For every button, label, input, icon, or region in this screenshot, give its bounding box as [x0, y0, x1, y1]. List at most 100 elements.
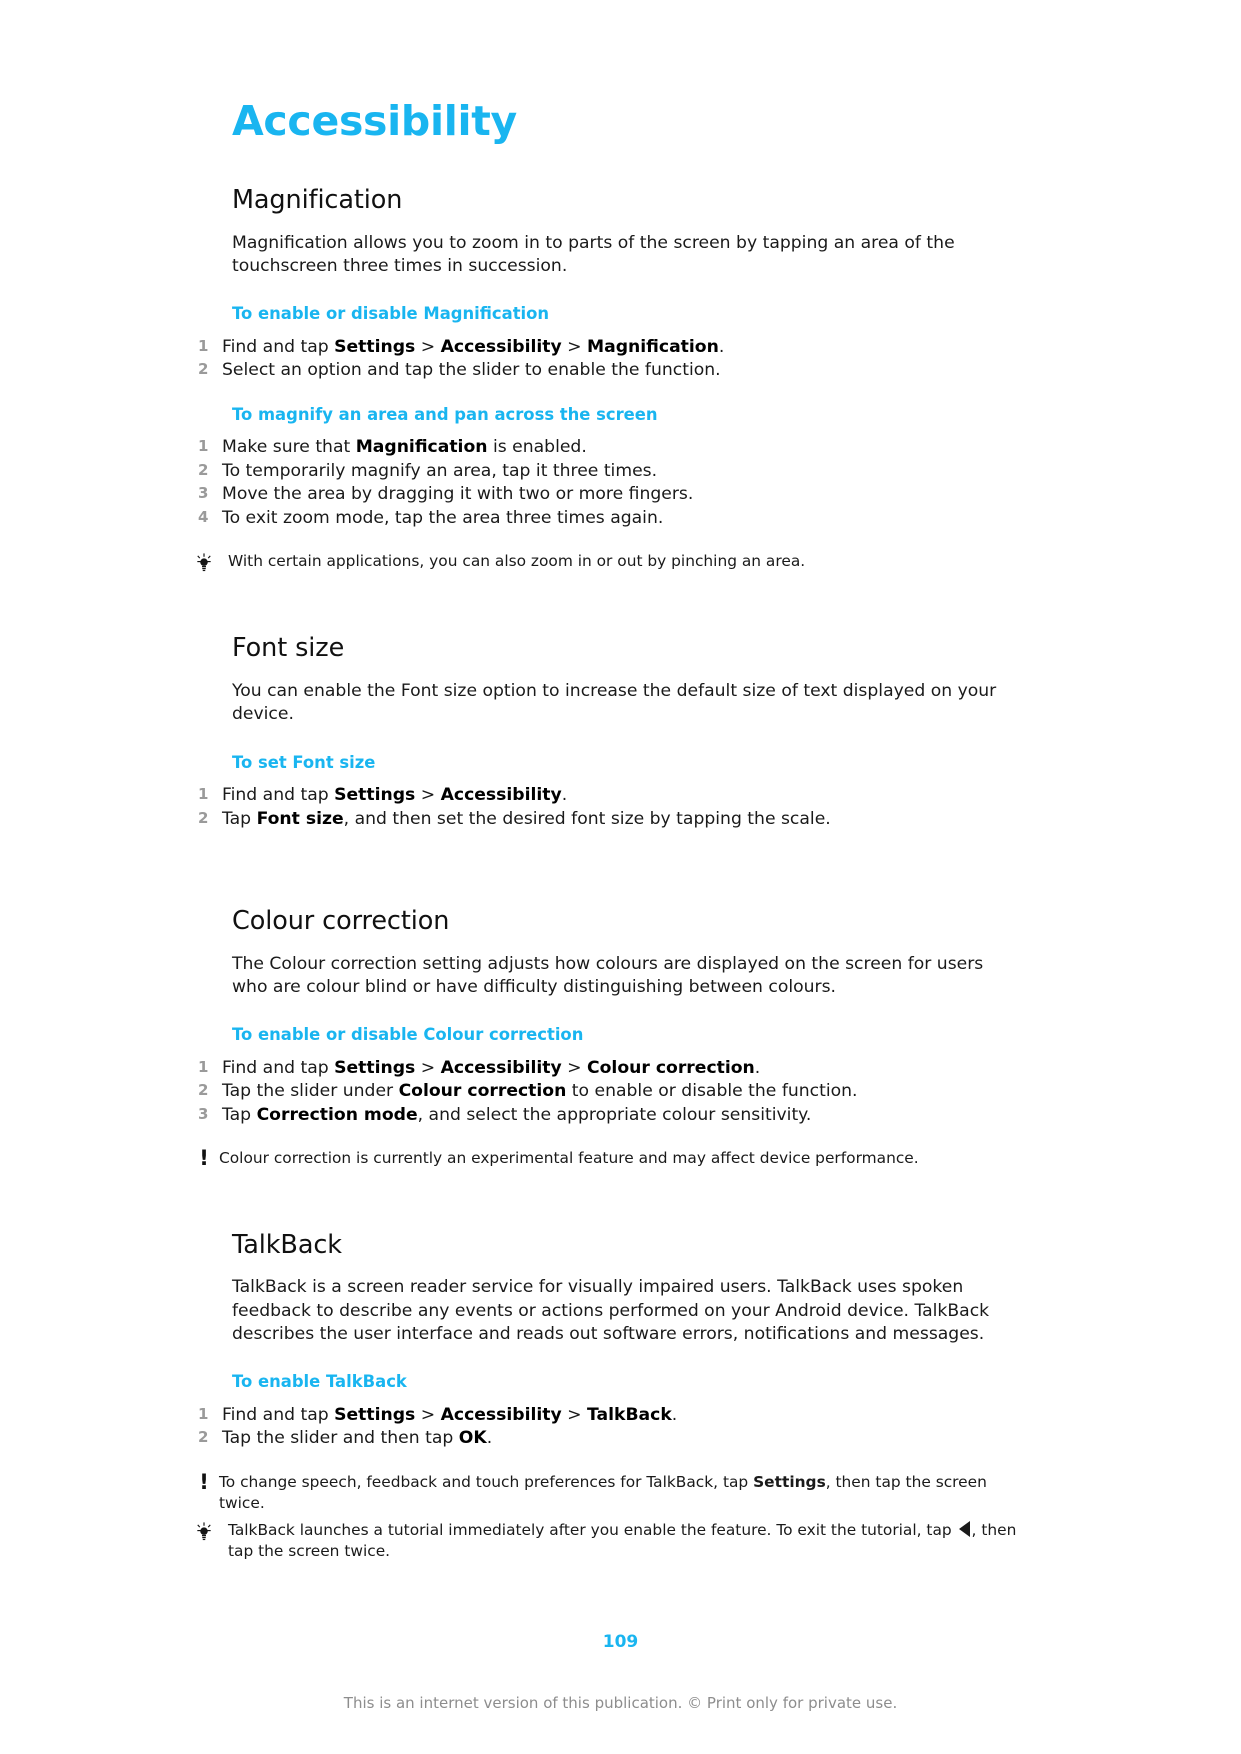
text-run: Find and tap — [222, 336, 335, 357]
step-text: Find and tap Settings > Accessibility > … — [222, 1404, 1017, 1427]
procedure-step: 1 Find and tap Settings > Accessibility >… — [198, 1404, 1017, 1427]
text-run: , and then set the desired font size by … — [343, 808, 831, 829]
text-run: . — [718, 336, 725, 357]
emphasis-term: Settings — [334, 336, 416, 357]
emphasis-term: Accessibility — [440, 336, 562, 357]
callout-tip: TalkBack launches a tutorial immediately… — [197, 1520, 1017, 1563]
section-heading-colour-correction: Colour correction — [232, 906, 450, 937]
text-run: . — [561, 784, 568, 805]
procedure-step: 1 Find and tap Settings > Accessibility >… — [198, 336, 1017, 359]
text-run: > — [561, 1404, 588, 1425]
procedure-step: 1 Find and tap Settings > Accessibility >… — [198, 1057, 1017, 1080]
text-run: Find and tap — [222, 1404, 335, 1425]
procedure-step: 2 Tap Font size, and then set the desired… — [198, 808, 1017, 831]
emphasis-term: TalkBack — [587, 1404, 672, 1425]
step-text: Find and tap Settings > Accessibility > … — [222, 1057, 1017, 1080]
section-talkback: TalkBack TalkBack is a screen reader serv… — [197, 1230, 1017, 1563]
procedure-step: 1 Find and tap Settings > Accessibility. — [198, 784, 1017, 807]
step-text: Find and tap Settings > Accessibility. — [222, 784, 1017, 807]
step-number: 1 — [198, 784, 209, 803]
procedure-step: 2 Tap the slider and then tap OK. — [198, 1427, 1017, 1450]
step-text: Tap the slider and then tap OK. — [222, 1427, 1017, 1450]
text-run: Colour correction is currently an experi… — [219, 1149, 919, 1168]
step-text: Select an option and tap the slider to e… — [222, 359, 1017, 382]
text-run: Find and tap — [222, 1057, 335, 1078]
procedure-step: 2 To temporarily magnify an area, tap it … — [198, 460, 1017, 483]
emphasis-term: OK — [458, 1428, 487, 1449]
section-font-size: Font size You can enable the Font size op… — [198, 633, 1017, 906]
step-text: Move the area by dragging it with two or… — [222, 483, 1017, 506]
procedure-step: 4 To exit zoom mode, tap the area three t… — [198, 507, 1017, 530]
emphasis-term: Magnification — [587, 336, 719, 357]
callout-note: ! Colour correction is currently an exper… — [199, 1148, 1017, 1169]
procedure-step: 1 Make sure that Magnification is enabled… — [198, 436, 1017, 459]
section-magnification: Magnification Magnification allows you to… — [197, 185, 1017, 633]
page-title: Accessibility — [232, 97, 517, 145]
procedure-steps: 1 Find and tap Settings > Accessibility >… — [198, 336, 1017, 382]
procedure-steps: 1 Find and tap Settings > Accessibility >… — [198, 1057, 1017, 1127]
step-number: 1 — [198, 437, 209, 456]
text-run: is enabled. — [487, 437, 587, 458]
text-run: Tap — [222, 808, 257, 829]
text-run: , and select the appropriate colour sens… — [417, 1104, 812, 1125]
procedure-steps: 1 Find and tap Settings > Accessibility >… — [198, 1404, 1017, 1450]
section-colour-correction: Colour correction The Colour correction s… — [198, 906, 1017, 1230]
procedure-heading: To set Font size — [232, 752, 376, 772]
section-heading-font-size: Font size — [232, 633, 345, 664]
text-run: Move the area by dragging it with two or… — [222, 484, 694, 505]
step-text: Tap Font size, and then set the desired … — [222, 808, 1017, 831]
step-text: Find and tap Settings > Accessibility > … — [222, 336, 1017, 359]
emphasis-term: Accessibility — [440, 1404, 562, 1425]
text-run: . — [754, 1057, 761, 1078]
lightbulb-icon — [189, 551, 219, 573]
emphasis-term: Settings — [753, 1472, 826, 1491]
section-body-font-size: You can enable the Font size option to i… — [232, 680, 997, 725]
emphasis-term: Settings — [334, 784, 416, 805]
callout-note: ! To change speech, feedback and touch pr… — [199, 1471, 1017, 1515]
step-number: 2 — [198, 460, 209, 479]
text-run: > — [415, 1057, 441, 1078]
page-number: 109 — [602, 1632, 639, 1652]
procedure-heading: To enable or disable Colour correction — [232, 1025, 584, 1045]
emphasis-term: Colour correction — [398, 1081, 567, 1102]
section-heading-magnification: Magnification — [232, 185, 403, 216]
step-number: 2 — [198, 1428, 209, 1447]
text-run: > — [561, 1057, 588, 1078]
lightbulb-icon — [189, 1520, 219, 1542]
text-run: Select an option and tap the slider to e… — [222, 360, 721, 381]
step-number: 3 — [198, 484, 209, 503]
callout-text: To change speech, feedback and touch pre… — [219, 1472, 1017, 1515]
emphasis-term: Magnification — [355, 437, 488, 458]
text-run: TalkBack launches a tutorial immediately… — [228, 1521, 957, 1540]
emphasis-term: Settings — [334, 1404, 416, 1425]
procedure-step: 3 Tap Correction mode, and select the app… — [198, 1104, 1017, 1127]
procedure-heading: To enable TalkBack — [232, 1372, 407, 1392]
text-run: Tap the slider and then tap — [222, 1428, 459, 1449]
step-text: To exit zoom mode, tap the area three ti… — [222, 507, 1017, 530]
callout-text: With certain applications, you can also … — [219, 551, 1017, 572]
procedure-steps: 1 Find and tap Settings > Accessibility. 2… — [198, 784, 1017, 831]
step-number: 2 — [198, 360, 209, 379]
text-run: > — [415, 336, 441, 357]
text-run: Make sure that — [222, 437, 356, 458]
section-body-magnification: Magnification allows you to zoom in to p… — [232, 232, 955, 277]
document-page: Accessibility Magnification Magnification… — [0, 0, 1241, 1754]
step-text: Tap Correction mode, and select the appr… — [222, 1104, 1017, 1127]
step-number: 1 — [198, 1404, 209, 1423]
step-number: 1 — [198, 1057, 209, 1076]
step-number: 2 — [198, 808, 209, 827]
callout-text: TalkBack launches a tutorial immediately… — [219, 1520, 1017, 1563]
procedure-step: 2 Tap the slider under Colour correction … — [198, 1080, 1017, 1103]
step-number: 2 — [198, 1081, 209, 1100]
emphasis-term: Accessibility — [440, 1057, 562, 1078]
text-run: to enable or disable the function. — [566, 1081, 858, 1102]
procedure-heading: To enable or disable Magnification — [232, 304, 550, 324]
sections-container: Magnification Magnification allows you to… — [197, 185, 1017, 1563]
text-run: . — [486, 1428, 493, 1449]
text-run: > — [415, 1404, 441, 1425]
step-text: To temporarily magnify an area, tap it t… — [222, 460, 1017, 483]
callout-tip: With certain applications, you can also … — [197, 551, 1017, 573]
